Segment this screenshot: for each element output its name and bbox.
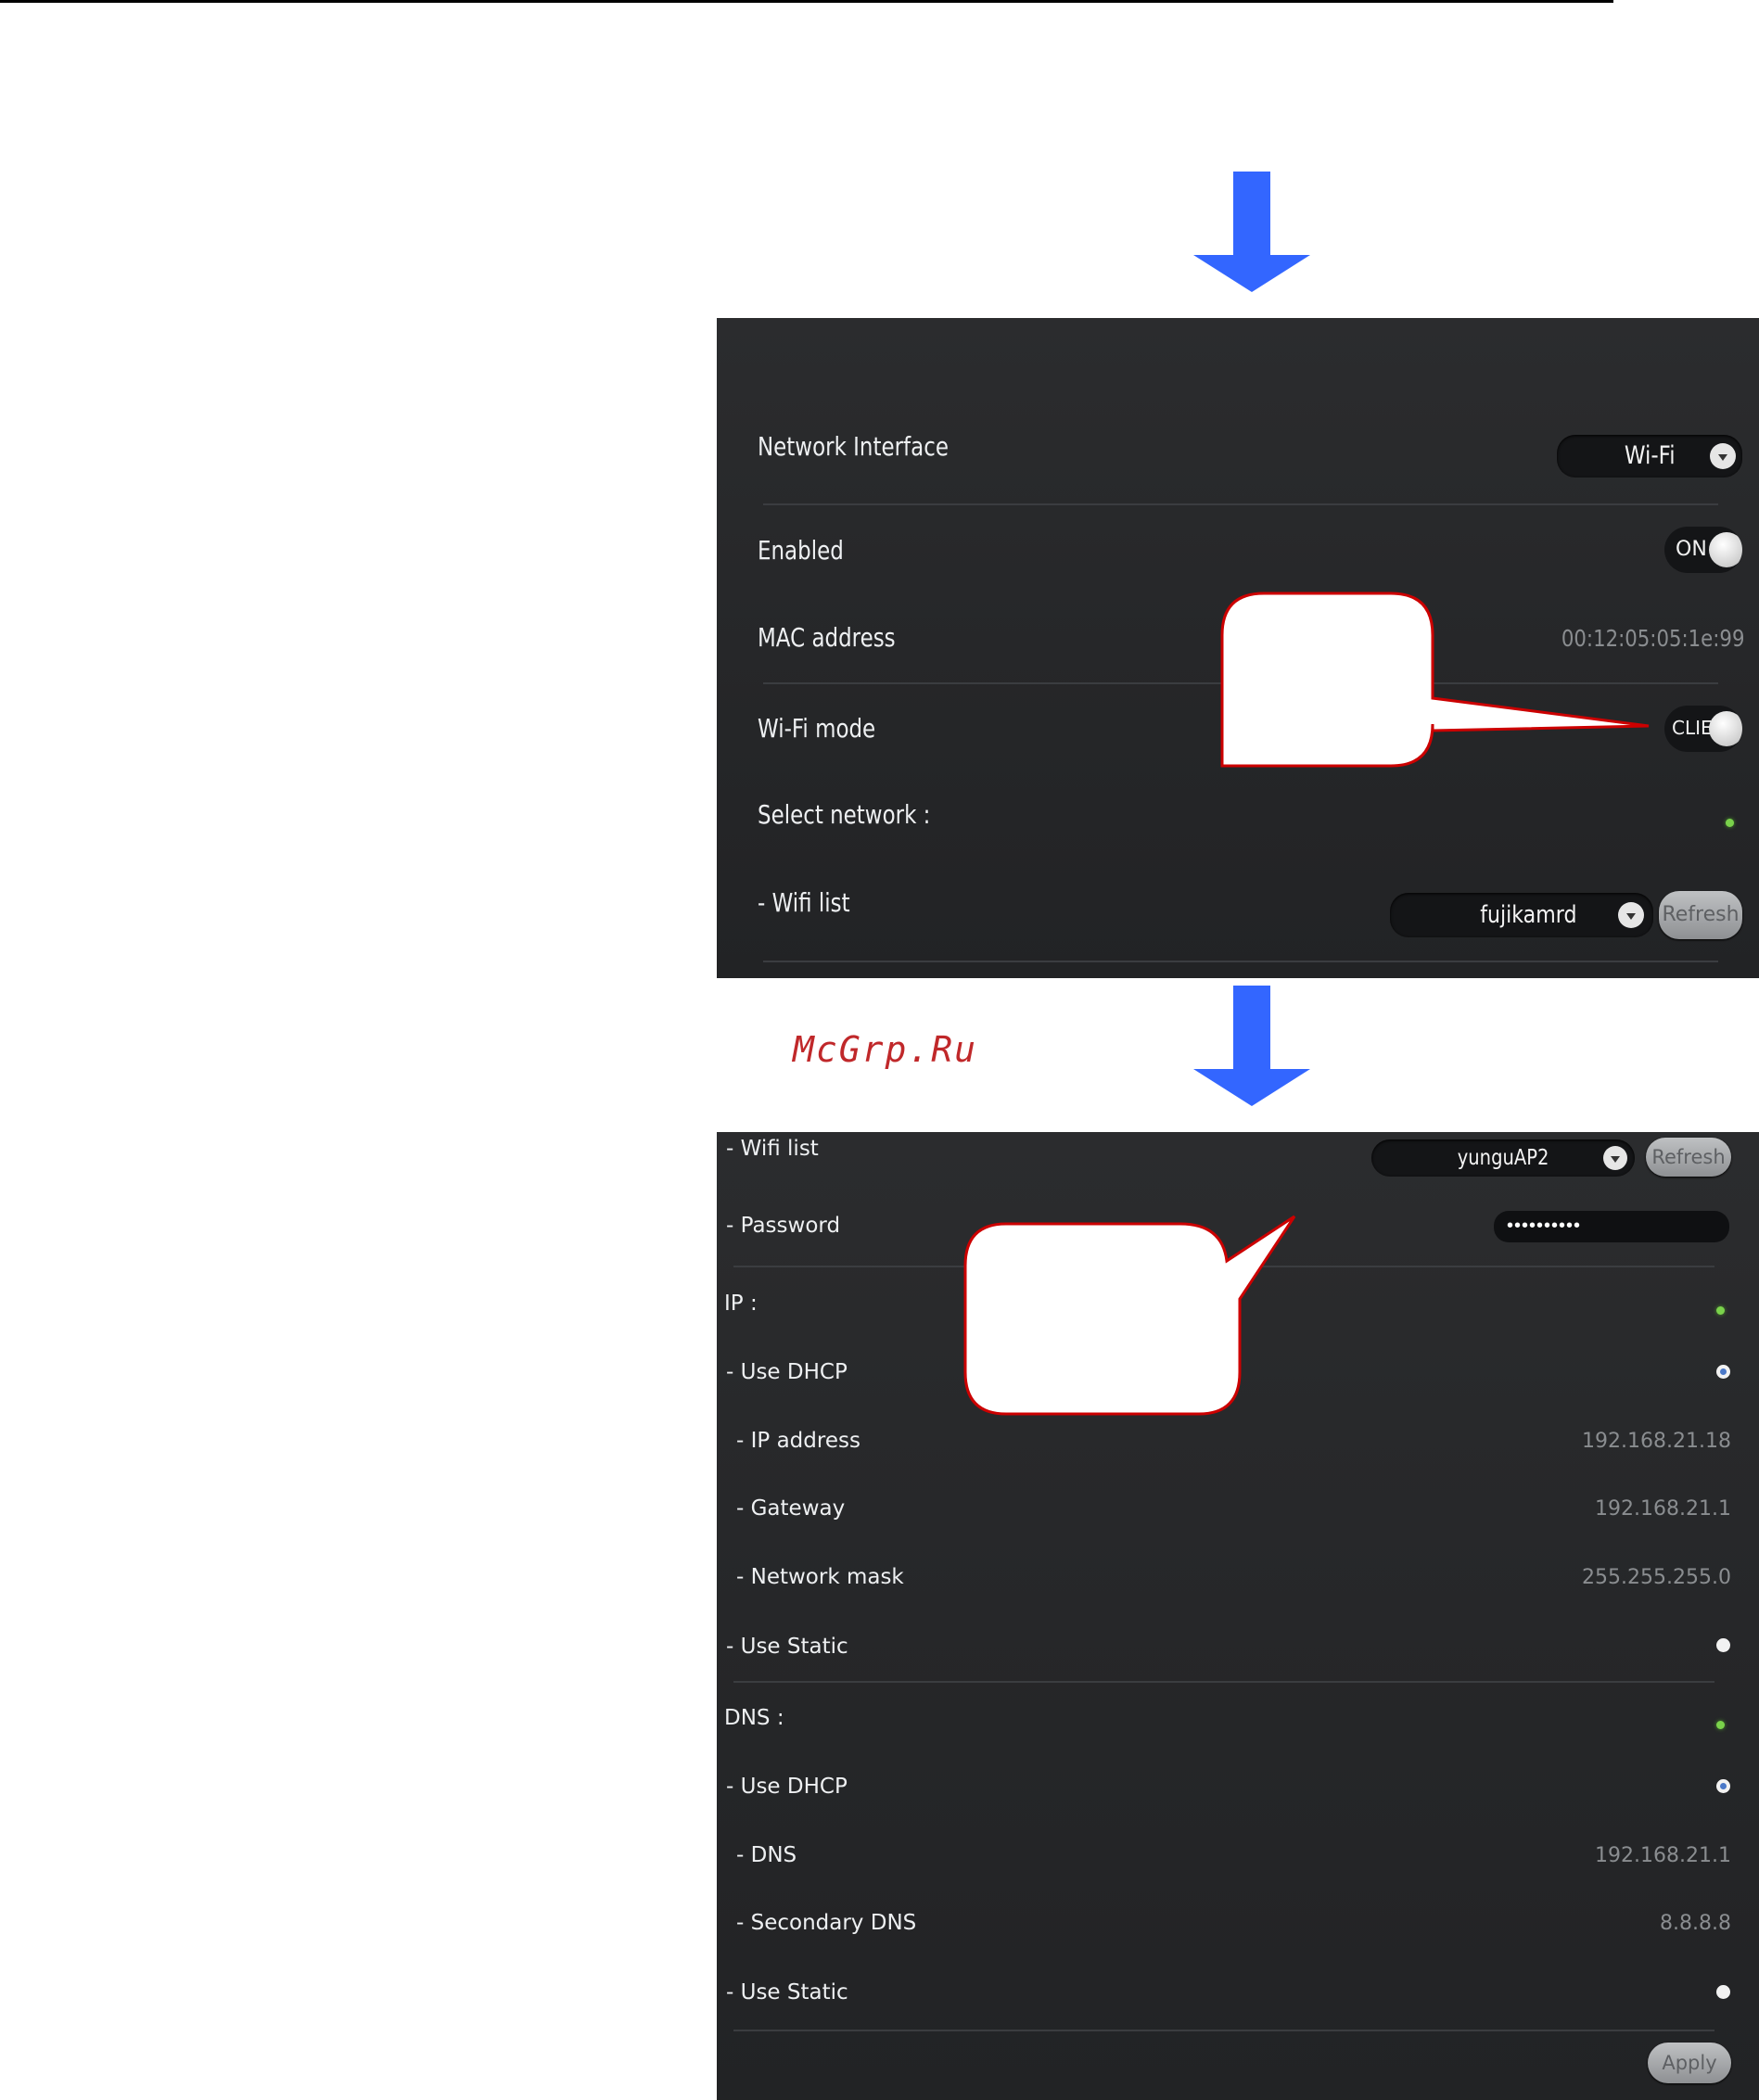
wifi-client-settings-panel: - Wifi list yunguAP2 Refresh - Password … [717, 1132, 1759, 2100]
down-arrow-icon [1193, 172, 1310, 292]
callout-bubble [1220, 592, 1650, 768]
callout-bubble [963, 1215, 1296, 1416]
top-rule [0, 0, 1613, 3]
watermark: McGrp.Ru [793, 1029, 978, 1070]
down-arrow-icon [1193, 986, 1310, 1106]
network-settings-panel: Network Interface Wi-Fi Enabled ON MAC a… [717, 318, 1759, 978]
